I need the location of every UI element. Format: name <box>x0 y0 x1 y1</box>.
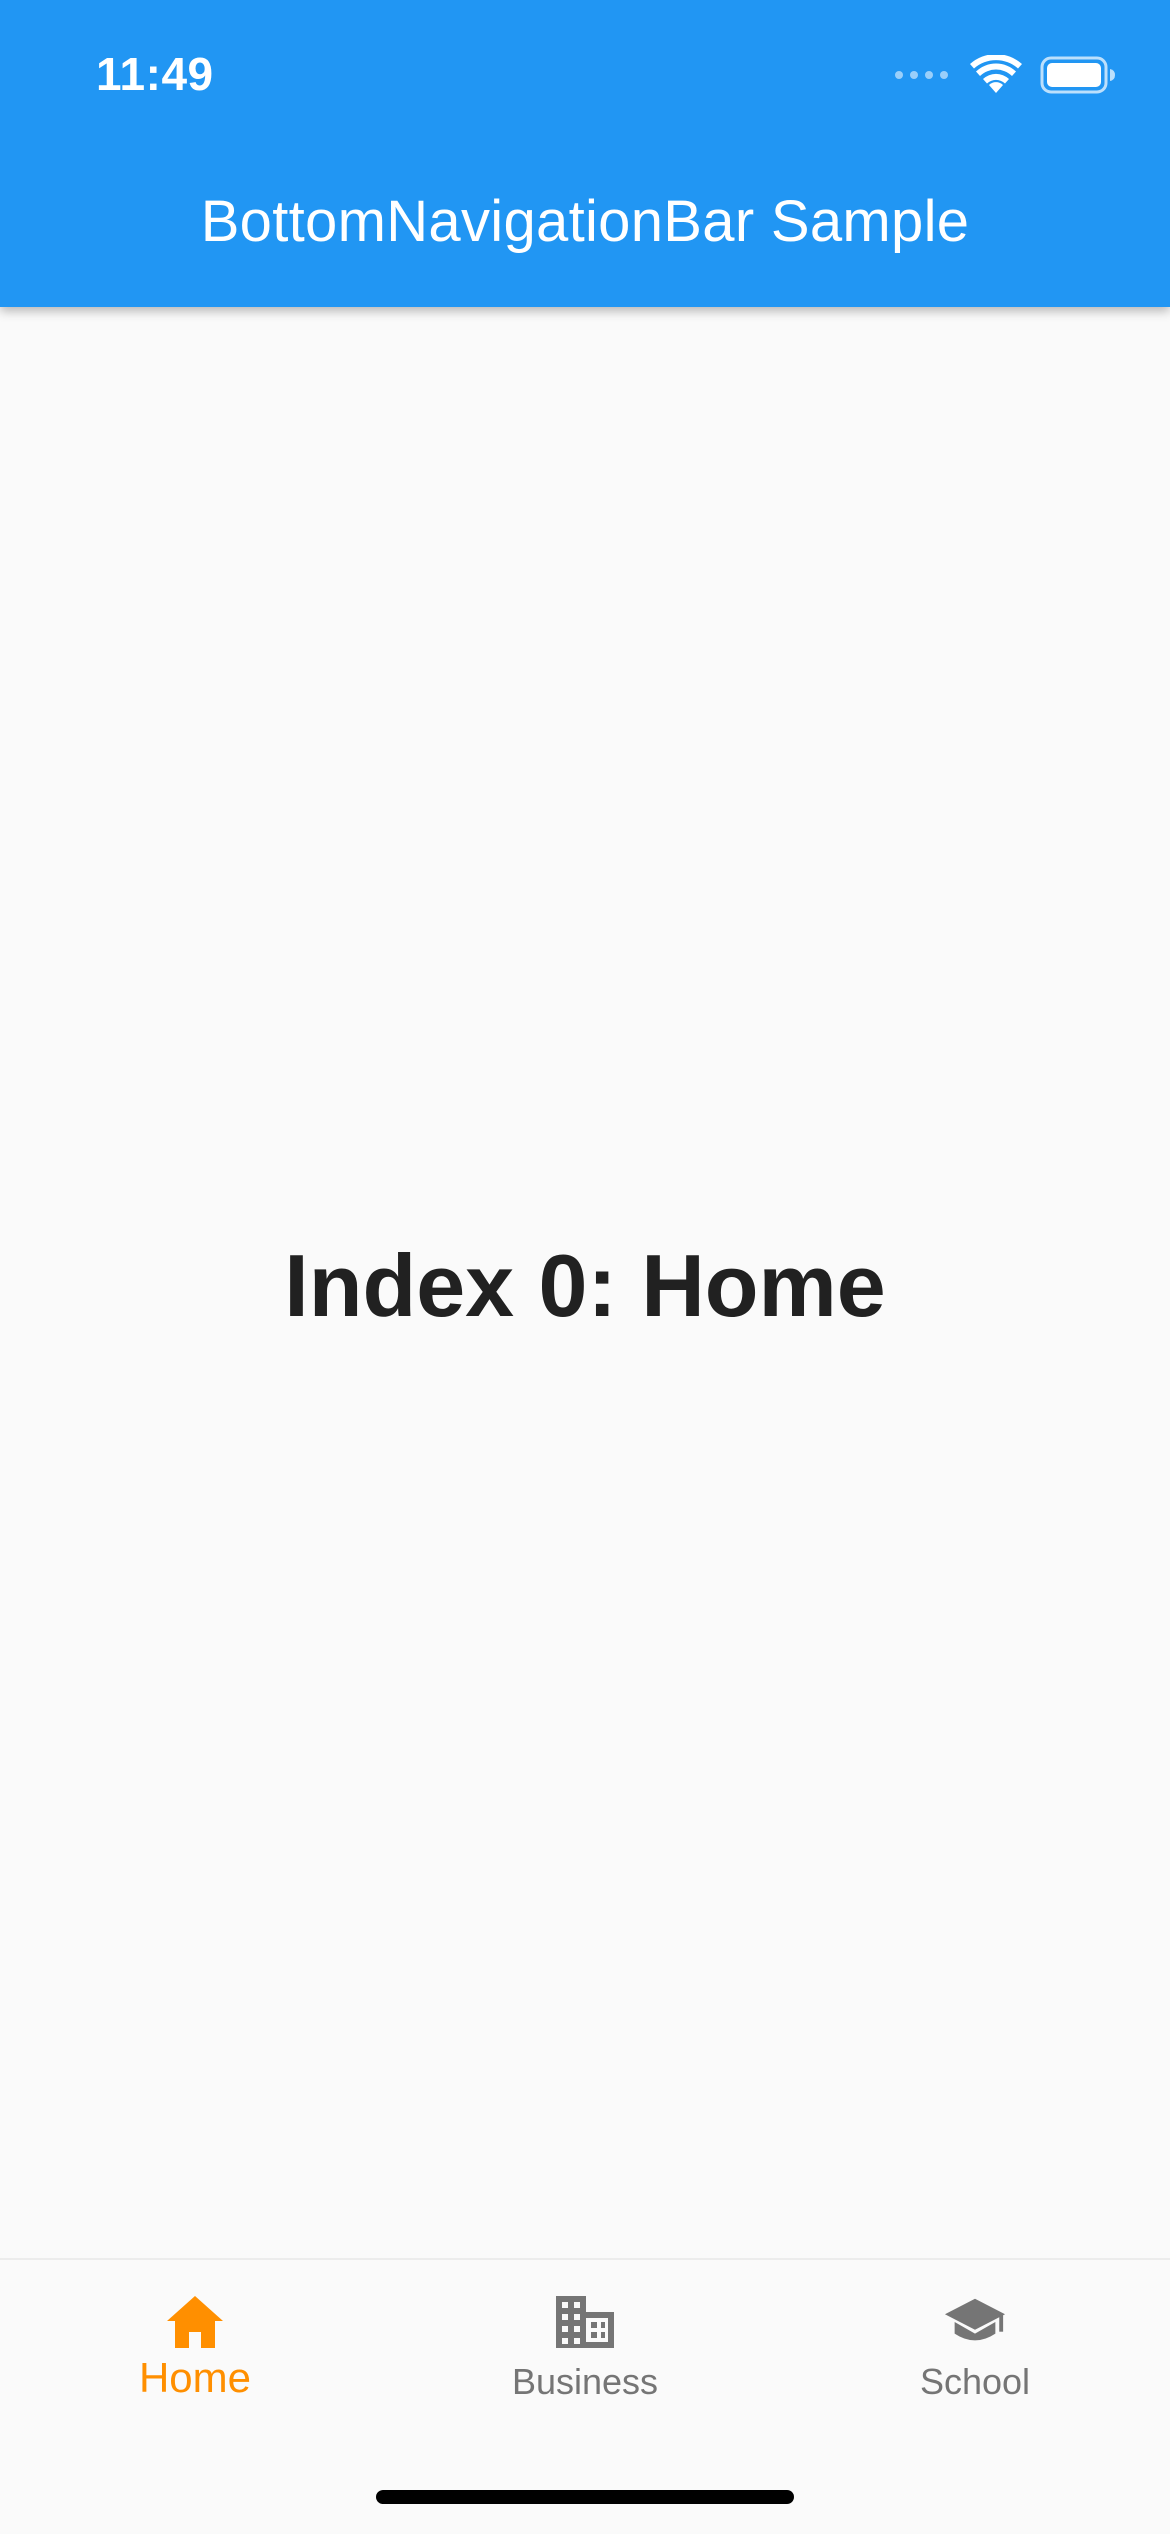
selected-page-text: Index 0: Home <box>284 1236 886 1335</box>
signal-dots-icon <box>895 71 948 79</box>
nav-item-label: School <box>919 2361 1031 2402</box>
page-title: BottomNavigationBar Sample <box>200 189 970 254</box>
wifi-icon <box>970 55 1022 93</box>
home-icon <box>163 2290 227 2354</box>
nav-item-label: Business <box>511 2361 659 2402</box>
battery-icon <box>1040 56 1115 94</box>
home-indicator[interactable] <box>376 2490 794 2504</box>
nav-item-home[interactable]: Home <box>0 2290 390 2420</box>
business-icon <box>553 2290 617 2354</box>
status-icons <box>895 50 1116 100</box>
status-time: 11:49 <box>96 48 214 100</box>
nav-item-business[interactable]: Business <box>390 2290 780 2420</box>
school-icon <box>943 2290 1007 2354</box>
nav-item-school[interactable]: School <box>780 2290 1170 2420</box>
nav-item-label: Home <box>138 2354 252 2401</box>
app-bar: 11:49 BottomNavigationBar Sample <box>0 0 1170 307</box>
